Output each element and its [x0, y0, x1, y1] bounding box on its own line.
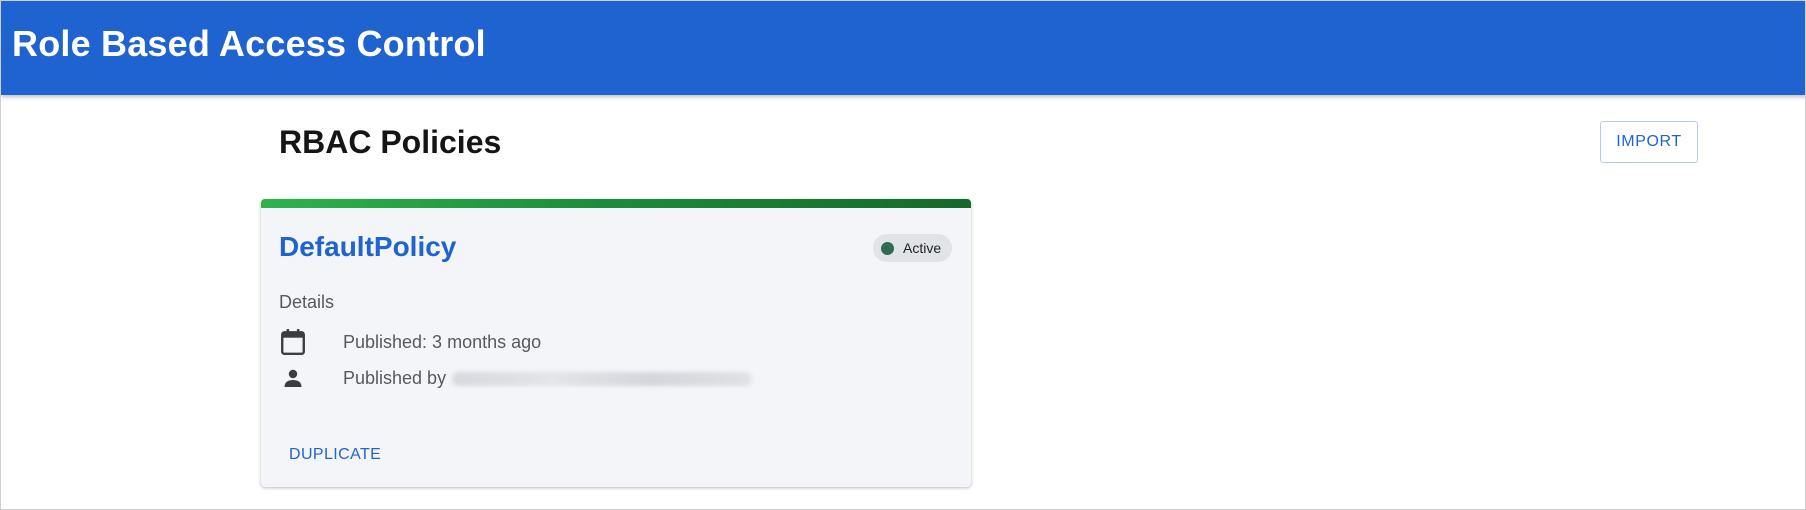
details-label: Details — [279, 292, 335, 312]
app-window: Role Based Access Control RBAC Policies … — [0, 0, 1806, 510]
published-row: Published: 3 months ago — [279, 327, 541, 357]
policy-card: DefaultPolicy Active Details Published: … — [261, 199, 971, 487]
app-title: Role Based Access Control — [12, 23, 486, 64]
calendar-icon — [279, 328, 307, 356]
page-title: RBAC Policies — [279, 124, 502, 160]
status-dot-icon — [881, 241, 894, 255]
published-by-row: Published by — [279, 363, 753, 393]
status-badge: Active — [873, 234, 952, 262]
redacted-username — [452, 371, 753, 386]
import-button[interactable]: IMPORT — [1600, 121, 1698, 163]
app-header: Role Based Access Control — [1, 1, 1805, 95]
published-by-text: Published by — [343, 367, 753, 389]
policy-name-link[interactable]: DefaultPolicy — [279, 227, 456, 267]
status-label: Active — [903, 240, 942, 256]
card-accent-bar — [261, 199, 971, 208]
published-by-label: Published by — [343, 367, 447, 388]
published-date-text: Published: 3 months ago — [343, 331, 542, 352]
person-icon — [279, 364, 307, 392]
duplicate-button[interactable]: DUPLICATE — [281, 442, 389, 468]
